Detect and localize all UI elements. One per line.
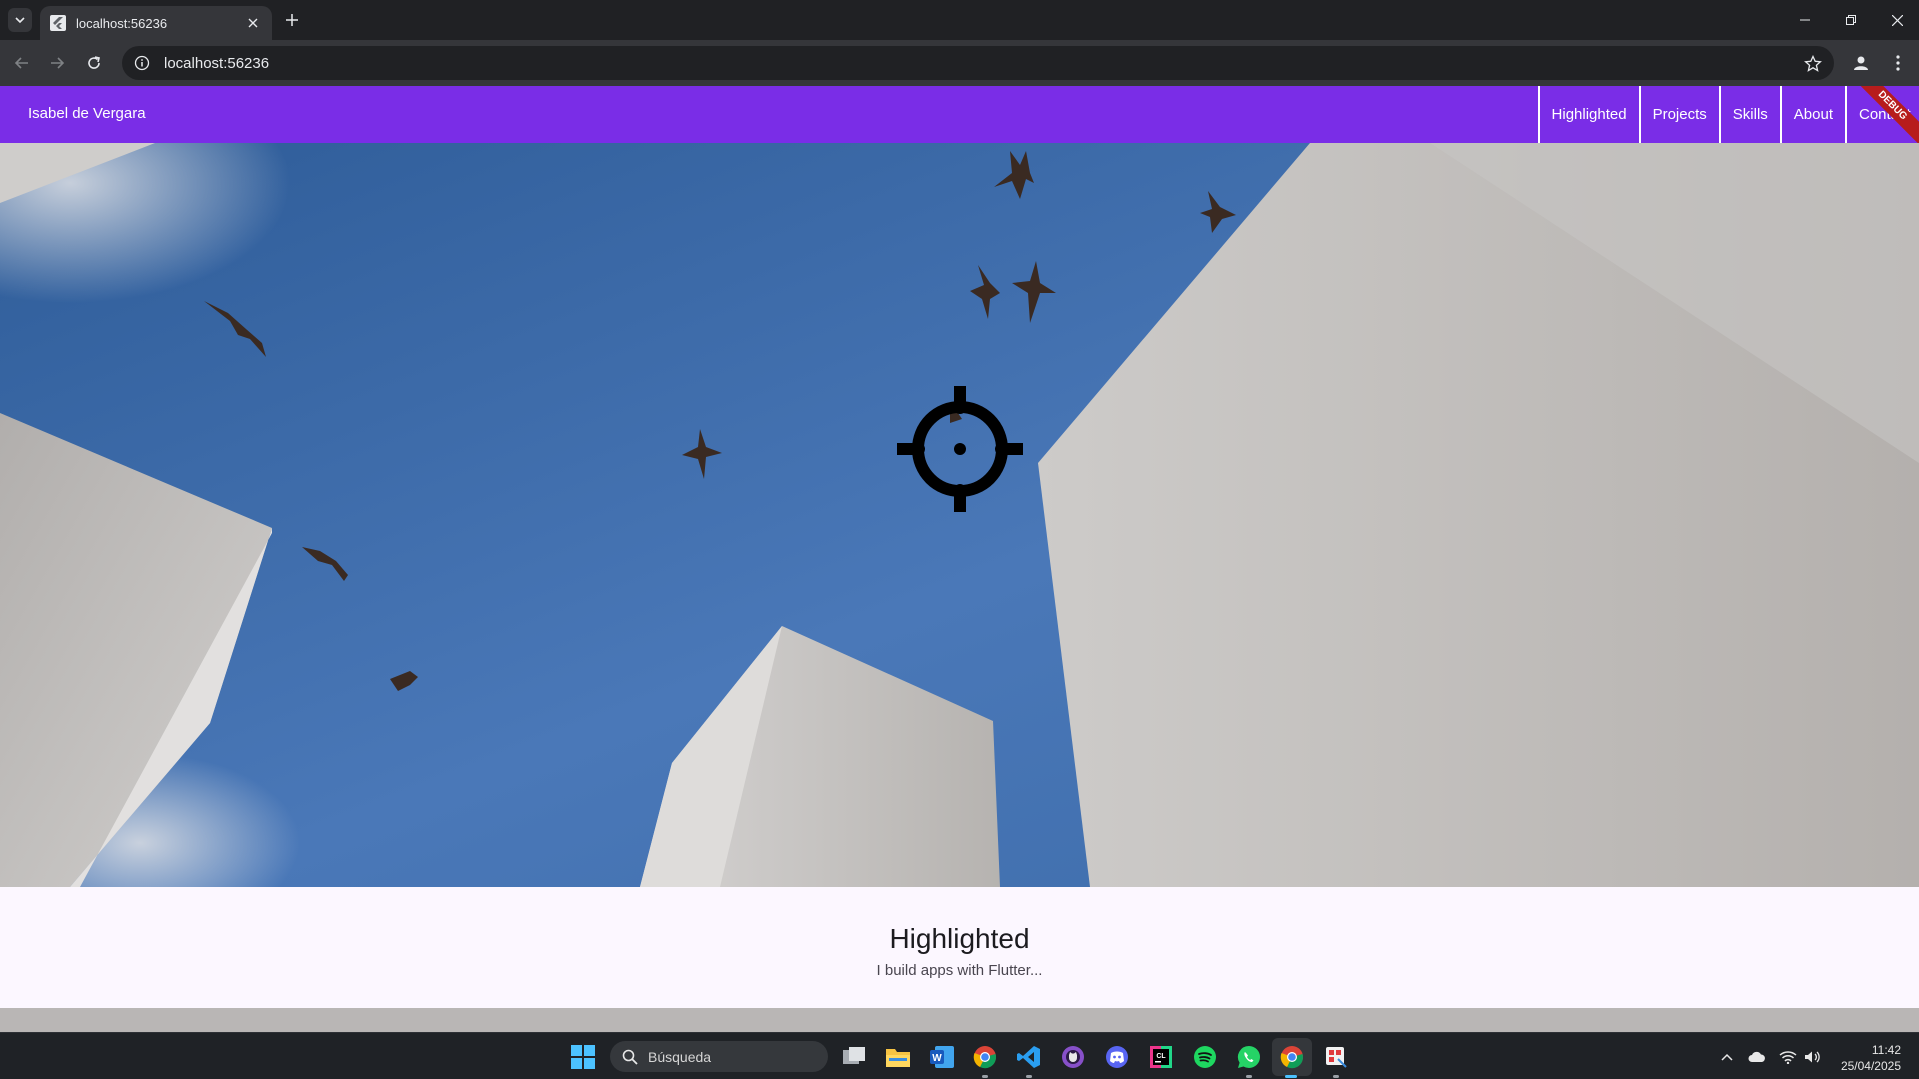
browser-toolbar: localhost:56236 [0,40,1919,86]
taskbar: Búsqueda W CL 11:42 25/04/2025 [0,1032,1919,1079]
profile-button[interactable] [1849,51,1873,75]
tab-close-icon[interactable] [244,14,262,32]
search-icon [622,1049,638,1065]
hero-image [0,143,1919,887]
url-text: localhost:56236 [164,54,270,72]
back-button[interactable] [10,51,34,75]
reload-button[interactable] [82,51,106,75]
chevron-up-icon[interactable] [1718,1048,1736,1066]
tab-search-button[interactable] [8,8,32,32]
bookmark-star-icon[interactable] [1804,55,1822,73]
profile-icon [1854,56,1868,70]
chrome-active-icon[interactable] [1278,1043,1306,1071]
browser-tab[interactable]: localhost:56236 [40,6,272,40]
clock-time: 11:42 [1871,1043,1901,1057]
app-nav: Highlighted Projects Skills About Contac… [1537,86,1919,143]
clock-date: 25/04/2025 [1840,1059,1901,1073]
windows-start-icon[interactable] [571,1045,595,1069]
app-title: Isabel de Vergara [28,105,146,122]
birds-layer [204,151,1236,691]
address-bar[interactable]: localhost:56236 [122,46,1834,80]
chrome-running-indicator [982,1075,988,1078]
chrome-active-indicator [1285,1075,1297,1078]
taskbar-search[interactable]: Búsqueda [610,1041,828,1072]
new-tab-button[interactable] [282,10,302,30]
chevron-down-icon [15,17,25,24]
minimize-icon [1800,19,1810,21]
nav-highlighted[interactable]: Highlighted [1537,86,1639,143]
task-view-icon[interactable] [840,1043,868,1071]
flutter-favicon-icon [50,15,66,31]
svg-text:W: W [932,1053,942,1064]
snipping-tool-icon[interactable] [1322,1043,1350,1071]
highlighted-section: Highlighted I build apps with Flutter... [0,887,1919,1008]
minimize-button[interactable] [1793,8,1817,32]
clion-icon[interactable]: CL [1147,1043,1175,1071]
restore-button[interactable] [1839,8,1863,32]
app-viewport: Isabel de Vergara Highlighted Projects S… [0,86,1919,1032]
file-explorer-icon[interactable] [884,1043,912,1071]
whatsapp-icon[interactable] [1235,1043,1263,1071]
crosshair-icon[interactable] [897,386,1023,512]
next-section-strip [0,1008,1919,1032]
github-desktop-icon[interactable] [1059,1043,1087,1071]
close-window-button[interactable] [1885,8,1909,32]
nav-skills[interactable]: Skills [1718,86,1780,143]
vscode-icon[interactable] [1015,1043,1043,1071]
system-clock[interactable]: 11:42 25/04/2025 [1841,1042,1901,1074]
browser-tabstrip: localhost:56236 [0,0,1919,40]
section-title: Highlighted [889,923,1030,954]
taskbar-search-placeholder: Búsqueda [648,1048,712,1065]
nav-projects[interactable]: Projects [1638,86,1719,143]
app-bar: Isabel de Vergara Highlighted Projects S… [0,86,1919,151]
snipping-tool-running-indicator [1333,1075,1339,1078]
plus-icon [286,14,298,26]
restore-icon [1846,15,1856,25]
arrow-right-icon [51,57,65,69]
arrow-left-icon [14,57,28,69]
svg-text:CL: CL [1156,1053,1166,1060]
chrome-icon[interactable] [971,1043,999,1071]
vscode-running-indicator [1026,1075,1032,1078]
close-icon [1891,14,1903,26]
section-subtitle: I build apps with Flutter... [876,962,1043,979]
word-icon[interactable]: W [928,1043,956,1071]
volume-icon[interactable] [1804,1048,1822,1066]
spotify-icon[interactable] [1191,1043,1219,1071]
browser-menu-button[interactable] [1886,51,1910,75]
nav-about[interactable]: About [1779,86,1845,143]
info-icon[interactable] [134,55,150,71]
reload-icon [88,56,100,69]
tab-title: localhost:56236 [76,15,168,31]
more-vertical-icon [1896,55,1900,71]
forward-button[interactable] [45,51,69,75]
whatsapp-running-indicator [1246,1075,1252,1078]
onedrive-cloud-icon[interactable] [1748,1048,1766,1066]
wifi-icon[interactable] [1779,1048,1797,1066]
discord-icon[interactable] [1103,1043,1131,1071]
